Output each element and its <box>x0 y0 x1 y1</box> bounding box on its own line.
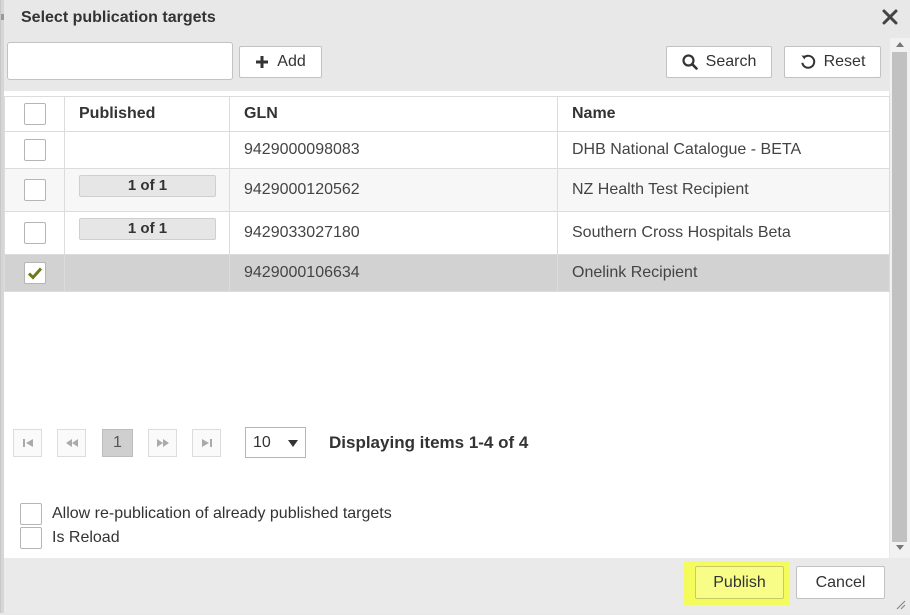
name-cell: NZ Health Test Recipient <box>557 168 890 212</box>
reload-label: Is Reload <box>52 529 120 546</box>
dialog-title: Select publication targets <box>21 9 216 26</box>
plus-icon <box>255 55 269 69</box>
gln-cell: 9429000106634 <box>229 254 558 292</box>
row-select-cell <box>4 254 65 292</box>
scroll-up-icon[interactable] <box>896 42 904 47</box>
window-edge-marker <box>1 14 4 20</box>
table-row[interactable]: 1 of 1 9429033027180 Southern Cross Hosp… <box>4 211 890 255</box>
search-button-label: Search <box>705 53 757 70</box>
row-checkbox[interactable] <box>23 262 46 284</box>
republish-checkbox[interactable] <box>20 503 42 525</box>
published-cell: 1 of 1 <box>64 211 230 255</box>
table-row[interactable]: 9429000098083 DHB National Catalogue - B… <box>4 131 890 169</box>
column-header-gln[interactable]: GLN <box>229 96 558 132</box>
published-count-badge: 1 of 1 <box>79 175 216 197</box>
search-button[interactable]: Search <box>666 46 772 78</box>
published-cell: 1 of 1 <box>64 168 230 212</box>
pager-info: Displaying items 1-4 of 4 <box>329 433 529 452</box>
undo-icon <box>800 54 816 70</box>
table-row[interactable]: 1 of 1 9429000120562 NZ Health Test Reci… <box>4 168 890 212</box>
last-page-button[interactable] <box>192 429 221 457</box>
row-select-cell <box>4 168 65 212</box>
scroll-thumb[interactable] <box>892 52 907 542</box>
table-row[interactable]: 9429000106634 Onelink Recipient <box>4 254 890 292</box>
search-icon <box>682 54 698 70</box>
row-checkbox[interactable] <box>23 139 46 161</box>
reset-button[interactable]: Reset <box>784 46 881 78</box>
page-size-value: 10 <box>253 433 271 451</box>
reload-option[interactable]: Is Reload <box>20 527 120 549</box>
grid-panel: Published GLN Name 9429000098083 DHB Nat… <box>4 91 890 558</box>
first-page-button[interactable] <box>13 429 42 457</box>
publication-dialog: Select publication targets Add Search Re… <box>0 0 910 613</box>
resize-grip-icon[interactable] <box>894 597 906 610</box>
target-search-input[interactable] <box>7 42 233 80</box>
gln-cell: 9429033027180 <box>229 211 558 255</box>
current-page-number[interactable]: 1 <box>102 429 133 457</box>
reset-button-label: Reset <box>823 53 866 70</box>
targets-table: Published GLN Name 9429000098083 DHB Nat… <box>4 96 890 292</box>
add-button[interactable]: Add <box>239 46 322 78</box>
dropdown-caret-icon <box>288 440 298 447</box>
previous-page-button[interactable] <box>57 429 86 457</box>
dialog-scrollbar[interactable] <box>890 38 910 558</box>
row-checkbox[interactable] <box>23 179 46 201</box>
scroll-down-icon[interactable] <box>896 545 904 550</box>
cancel-button[interactable]: Cancel <box>796 566 885 599</box>
published-cell <box>64 254 230 292</box>
add-button-label: Add <box>277 53 306 70</box>
column-header-name[interactable]: Name <box>557 96 890 132</box>
pager: 1 10 Displaying items 1-4 of 4 <box>13 426 613 458</box>
name-cell: DHB National Catalogue - BETA <box>557 131 890 169</box>
row-select-cell <box>4 211 65 255</box>
page-size-select[interactable]: 10 <box>245 427 306 458</box>
row-select-cell <box>4 131 65 169</box>
first-page-icon <box>22 439 33 447</box>
name-cell: Onelink Recipient <box>557 254 890 292</box>
select-all-checkbox[interactable] <box>23 103 46 125</box>
next-page-icon <box>156 439 169 447</box>
select-all-header <box>4 96 65 132</box>
column-header-published[interactable]: Published <box>64 96 230 132</box>
published-count-badge: 1 of 1 <box>79 218 216 240</box>
gln-cell: 9429000120562 <box>229 168 558 212</box>
reload-checkbox[interactable] <box>20 527 42 549</box>
republish-option[interactable]: Allow re-publication of already publishe… <box>20 503 392 525</box>
table-header-row: Published GLN Name <box>4 96 890 132</box>
close-icon[interactable] <box>881 8 899 26</box>
next-page-button[interactable] <box>148 429 177 457</box>
gln-cell: 9429000098083 <box>229 131 558 169</box>
publish-button[interactable]: Publish <box>695 566 784 599</box>
last-page-icon <box>201 439 212 447</box>
republish-label: Allow re-publication of already publishe… <box>52 505 392 522</box>
checkmark-icon <box>27 267 42 280</box>
previous-page-icon <box>65 439 78 447</box>
row-checkbox[interactable] <box>23 222 46 244</box>
name-cell: Southern Cross Hospitals Beta <box>557 211 890 255</box>
published-cell <box>64 131 230 169</box>
